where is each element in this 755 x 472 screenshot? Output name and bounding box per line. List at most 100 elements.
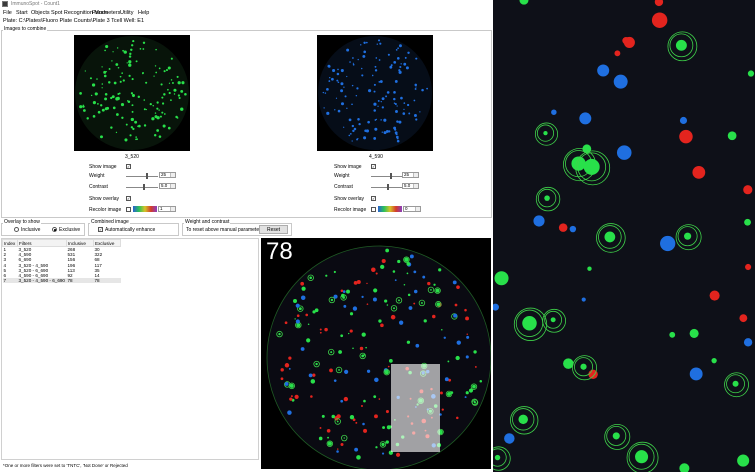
reset-button[interactable]: Reset — [259, 225, 288, 234]
blue-spot — [413, 99, 416, 102]
spot — [453, 313, 458, 318]
combined-image-view[interactable]: 78 — [261, 238, 491, 469]
blue-spot — [375, 57, 378, 59]
show-image-checkbox-left[interactable]: ✓ — [126, 164, 131, 169]
green-spot — [103, 74, 107, 78]
green-spot — [180, 89, 184, 93]
weight-contrast-label: Weight and contrast — [184, 219, 231, 225]
spot — [288, 356, 292, 360]
recolor-spin-right[interactable]: 0 — [403, 206, 421, 212]
green-spot — [121, 72, 123, 74]
col-exclusive[interactable]: Exclusive — [93, 239, 121, 247]
weight-spin-right[interactable]: 25 — [402, 172, 419, 178]
blue-spot — [340, 102, 345, 106]
col-inclusive[interactable]: Inclusive — [66, 239, 94, 247]
contrast-slider-left[interactable] — [126, 187, 158, 188]
spin-arrows-icon[interactable] — [413, 173, 418, 177]
recolor-checkbox-right[interactable] — [371, 207, 376, 212]
table-row[interactable]: 7 3_520 - 4_590 - 6_690 78 78 — [2, 278, 121, 284]
menu-help[interactable]: Help — [138, 10, 149, 16]
spot — [324, 327, 328, 332]
spin-arrows-icon[interactable] — [413, 184, 418, 188]
menu-utility[interactable]: Utility — [120, 10, 133, 16]
menu-bar: File Start Objects Spot Recognition Mode… — [0, 9, 493, 18]
spot — [294, 394, 299, 399]
green-spot — [110, 126, 113, 129]
spot — [413, 270, 417, 274]
blue-spot — [380, 119, 382, 121]
green-spot — [154, 115, 158, 119]
menu-parameters[interactable]: Parameters — [92, 10, 120, 16]
zoomed-view[interactable] — [493, 0, 755, 472]
spot — [315, 362, 318, 366]
spot — [660, 235, 676, 252]
spin-arrows-icon[interactable] — [170, 173, 175, 177]
spot — [319, 328, 322, 331]
auto-enhance-checkbox[interactable]: ✓ — [98, 227, 103, 232]
thumbnail-4-590[interactable] — [317, 35, 433, 151]
spot — [330, 298, 334, 302]
show-overlay-checkbox-right[interactable]: ✓ — [371, 196, 376, 201]
menu-objects[interactable]: Objects — [31, 10, 50, 16]
blue-spot — [394, 102, 397, 106]
weight-slider-thumb-right[interactable] — [390, 173, 392, 179]
green-spot — [121, 116, 124, 119]
spin-arrows-icon[interactable] — [170, 207, 175, 211]
spot — [349, 329, 353, 333]
menu-start[interactable]: Start — [16, 10, 28, 16]
green-spot — [176, 117, 179, 119]
weight-slider-right[interactable] — [371, 176, 403, 177]
blue-spot — [349, 132, 352, 135]
green-spot — [91, 83, 96, 87]
green-spot — [161, 102, 165, 105]
green-spot — [94, 92, 98, 95]
blue-spot — [383, 118, 387, 122]
spot — [580, 363, 587, 370]
spot — [447, 391, 451, 396]
col-index[interactable]: Index — [2, 239, 18, 247]
recolor-spin-left[interactable]: 1 — [158, 206, 176, 212]
spot — [474, 365, 477, 368]
spot — [551, 109, 557, 115]
green-spot — [111, 60, 113, 62]
radio-inclusive[interactable] — [14, 227, 19, 232]
color-palette-right[interactable] — [378, 206, 402, 212]
recolor-checkbox-left[interactable] — [126, 207, 131, 212]
spin-arrows-icon[interactable] — [415, 207, 420, 211]
spot — [413, 289, 418, 294]
col-filters[interactable]: Filters — [17, 239, 67, 247]
green-spot — [171, 81, 174, 84]
menu-file[interactable]: File — [3, 10, 12, 16]
weight-slider-left[interactable] — [126, 176, 158, 177]
show-image-label-left: Show image — [89, 164, 117, 170]
show-overlay-checkbox-left[interactable]: ✓ — [126, 196, 131, 201]
blue-spot — [381, 106, 384, 109]
blue-spot — [396, 137, 399, 140]
blue-spot — [414, 88, 417, 90]
zoom-region-selector[interactable] — [391, 364, 440, 452]
color-palette-left[interactable] — [133, 206, 157, 212]
contrast-slider-thumb-left[interactable] — [143, 184, 145, 190]
contrast-slider-thumb-right[interactable] — [387, 184, 389, 190]
green-spot — [180, 107, 184, 111]
thumbnail-3-520[interactable] — [74, 35, 190, 151]
spot — [465, 391, 469, 395]
blue-spot — [352, 57, 354, 59]
spot — [406, 340, 411, 344]
green-spot — [143, 124, 147, 127]
weight-spin-left[interactable]: 25 — [159, 172, 176, 178]
spot — [479, 379, 483, 383]
blue-spot — [340, 82, 344, 86]
radio-exclusive[interactable] — [52, 227, 57, 232]
spin-arrows-icon[interactable] — [170, 184, 175, 188]
contrast-spin-left[interactable]: 5.0 — [159, 183, 176, 189]
show-image-checkbox-right[interactable]: ✓ — [371, 164, 376, 169]
spot — [305, 313, 309, 317]
spot — [312, 310, 316, 314]
spot — [327, 436, 329, 439]
contrast-spin-right[interactable]: 5.0 — [402, 183, 419, 189]
spot — [420, 302, 423, 304]
spot — [340, 399, 344, 403]
weight-slider-thumb-left[interactable] — [146, 173, 148, 179]
green-spot — [177, 81, 181, 85]
